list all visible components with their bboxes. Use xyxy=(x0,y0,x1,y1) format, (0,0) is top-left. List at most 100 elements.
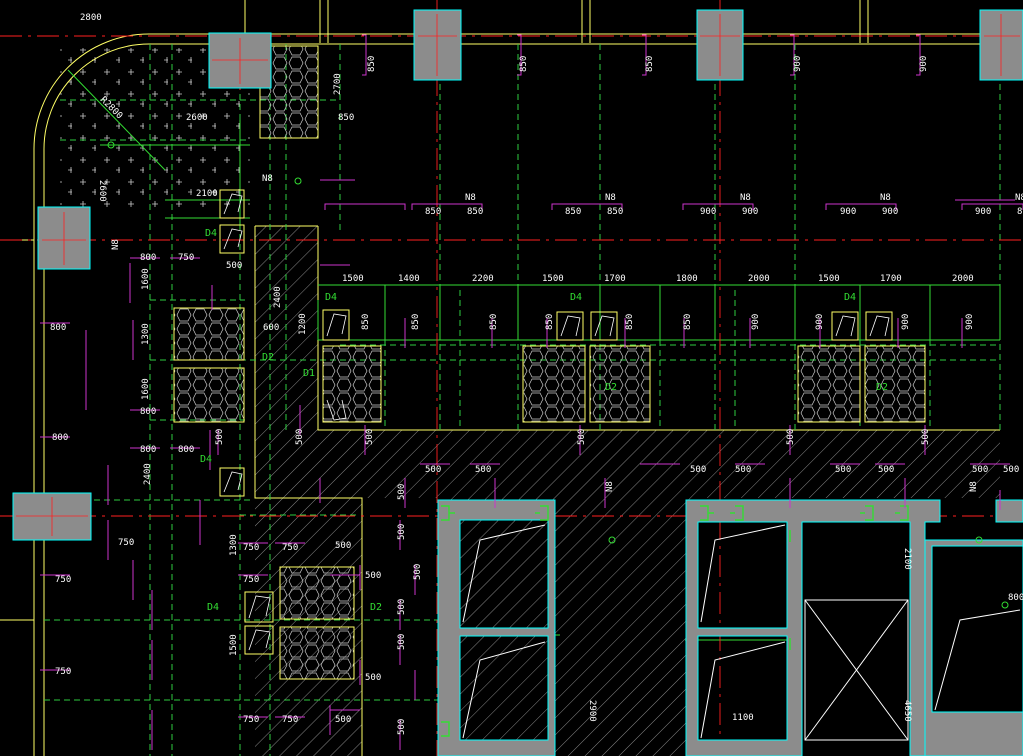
tag-d1: D1 xyxy=(303,368,315,379)
bay-dim: 900 xyxy=(965,314,975,330)
bay-dim: 850 xyxy=(625,314,635,330)
dim-2800: 2800 xyxy=(80,13,102,23)
top-dim: 1400 xyxy=(398,274,420,284)
left-dim: 750 xyxy=(118,538,134,548)
lower-dim: 500 xyxy=(397,719,407,735)
dim-500: 500 xyxy=(972,465,988,475)
bay-dim: 850 xyxy=(545,314,555,330)
bay-dim: 850 xyxy=(361,314,371,330)
dim-750: 750 xyxy=(243,715,259,725)
left-dim: 750 xyxy=(55,667,71,677)
lower-dim: 500 xyxy=(413,564,423,580)
dim-500: 500 xyxy=(1003,465,1019,475)
left-dim: 800 xyxy=(140,253,156,263)
n8-dim: 850 xyxy=(425,207,441,217)
dim-750: 750 xyxy=(243,575,259,585)
n8-dim: 850 xyxy=(1017,207,1023,217)
dim-500: 500 xyxy=(425,465,441,475)
dim-1600-a: 1600 xyxy=(141,268,151,290)
left-dim: 800 xyxy=(178,445,194,455)
magenta-dim: 850 xyxy=(645,56,655,72)
n8-dim: 900 xyxy=(882,207,898,217)
n8-tag: N8 xyxy=(740,193,751,203)
bay-dim: 850 xyxy=(683,314,693,330)
dim-750: 750 xyxy=(243,543,259,553)
tag-d2-2: D2 xyxy=(605,382,617,393)
top-dim: 1500 xyxy=(342,274,364,284)
top-dim: 2200 xyxy=(472,274,494,284)
dim-500: 500 xyxy=(226,261,242,271)
tag-d4-6: D4 xyxy=(207,602,219,613)
n8-tag: N8 xyxy=(605,193,616,203)
n8-dim: 900 xyxy=(742,207,758,217)
n8-tag: N8 xyxy=(1015,193,1023,203)
dim-1500: 1500 xyxy=(229,634,239,656)
dim-500: 500 xyxy=(295,429,305,445)
bay-dim: 900 xyxy=(815,314,825,330)
dim-500: 500 xyxy=(735,465,751,475)
left-dim: 750 xyxy=(55,575,71,585)
dim-500: 500 xyxy=(335,541,351,551)
bay-dim: 850 xyxy=(411,314,421,330)
top-dim: 2000 xyxy=(748,274,770,284)
dim-2100-b: 2100 xyxy=(902,548,912,570)
dim-2600-a: 2600 xyxy=(186,113,208,123)
magenta-dim: 850 xyxy=(519,56,529,72)
dim-4650: 4650 xyxy=(902,700,912,722)
tag-d2-3: D2 xyxy=(876,382,888,393)
dim-500: 500 xyxy=(475,465,491,475)
dim-750: 750 xyxy=(282,543,298,553)
dim-500: 500 xyxy=(690,465,706,475)
top-dim: 1700 xyxy=(880,274,902,284)
dim-2400-b: 2400 xyxy=(143,463,153,485)
left-dim: 800 xyxy=(140,445,156,455)
dim-500: 500 xyxy=(786,429,796,445)
dim-1300-a: 1300 xyxy=(141,323,151,345)
dim-1300-b: 1300 xyxy=(229,534,239,556)
left-dim: 750 xyxy=(178,253,194,263)
dim-500: 500 xyxy=(365,571,381,581)
n8-label: N8 xyxy=(111,239,121,250)
n8-dim: 900 xyxy=(975,207,991,217)
top-dim: 1700 xyxy=(604,274,626,284)
n8-dim: 850 xyxy=(467,207,483,217)
n8-label-4: N8 xyxy=(969,481,979,492)
magenta-dim: 900 xyxy=(919,56,929,72)
dim-500: 500 xyxy=(921,429,931,445)
lower-dim: 500 xyxy=(397,634,407,650)
left-dim: 800 xyxy=(52,433,68,443)
top-dim: 1500 xyxy=(542,274,564,284)
tag-d2-1: D2 xyxy=(262,352,274,363)
n8-label-2: N8 xyxy=(262,174,273,184)
dim-1800: 1800 xyxy=(676,274,698,284)
dim-500: 500 xyxy=(878,465,894,475)
dim-500: 500 xyxy=(215,429,225,445)
n8-label-3: N8 xyxy=(605,481,615,492)
dim-500: 500 xyxy=(365,673,381,683)
tag-d4-3: D4 xyxy=(570,292,582,303)
dim-750: 750 xyxy=(282,715,298,725)
dim-500: 500 xyxy=(577,429,587,445)
bay-dim: 900 xyxy=(751,314,761,330)
dim-2600-b: 2600 xyxy=(97,180,107,202)
n8-dim: 850 xyxy=(607,207,623,217)
n8-tag: N8 xyxy=(465,193,476,203)
dim-800: 800 xyxy=(1008,593,1023,603)
bay-dim: 900 xyxy=(901,314,911,330)
left-dim: 800 xyxy=(50,323,66,333)
magenta-dim: 850 xyxy=(338,113,354,123)
dim-500: 500 xyxy=(365,429,375,445)
n8-dim: 850 xyxy=(565,207,581,217)
lower-dim: 500 xyxy=(397,599,407,615)
top-dim: 1500 xyxy=(818,274,840,284)
tag-d4-1: D4 xyxy=(205,228,217,239)
dim-2100: 2100 xyxy=(196,189,218,199)
magenta-dim: 900 xyxy=(793,56,803,72)
dim-500: 500 xyxy=(835,465,851,475)
n8-tag: N8 xyxy=(880,193,891,203)
tag-d2-4: D2 xyxy=(370,602,382,613)
dim-2400-a: 2400 xyxy=(273,286,283,308)
dim-1200: 1200 xyxy=(298,313,308,335)
bay-dim: 850 xyxy=(489,314,499,330)
lower-dim: 500 xyxy=(397,524,407,540)
